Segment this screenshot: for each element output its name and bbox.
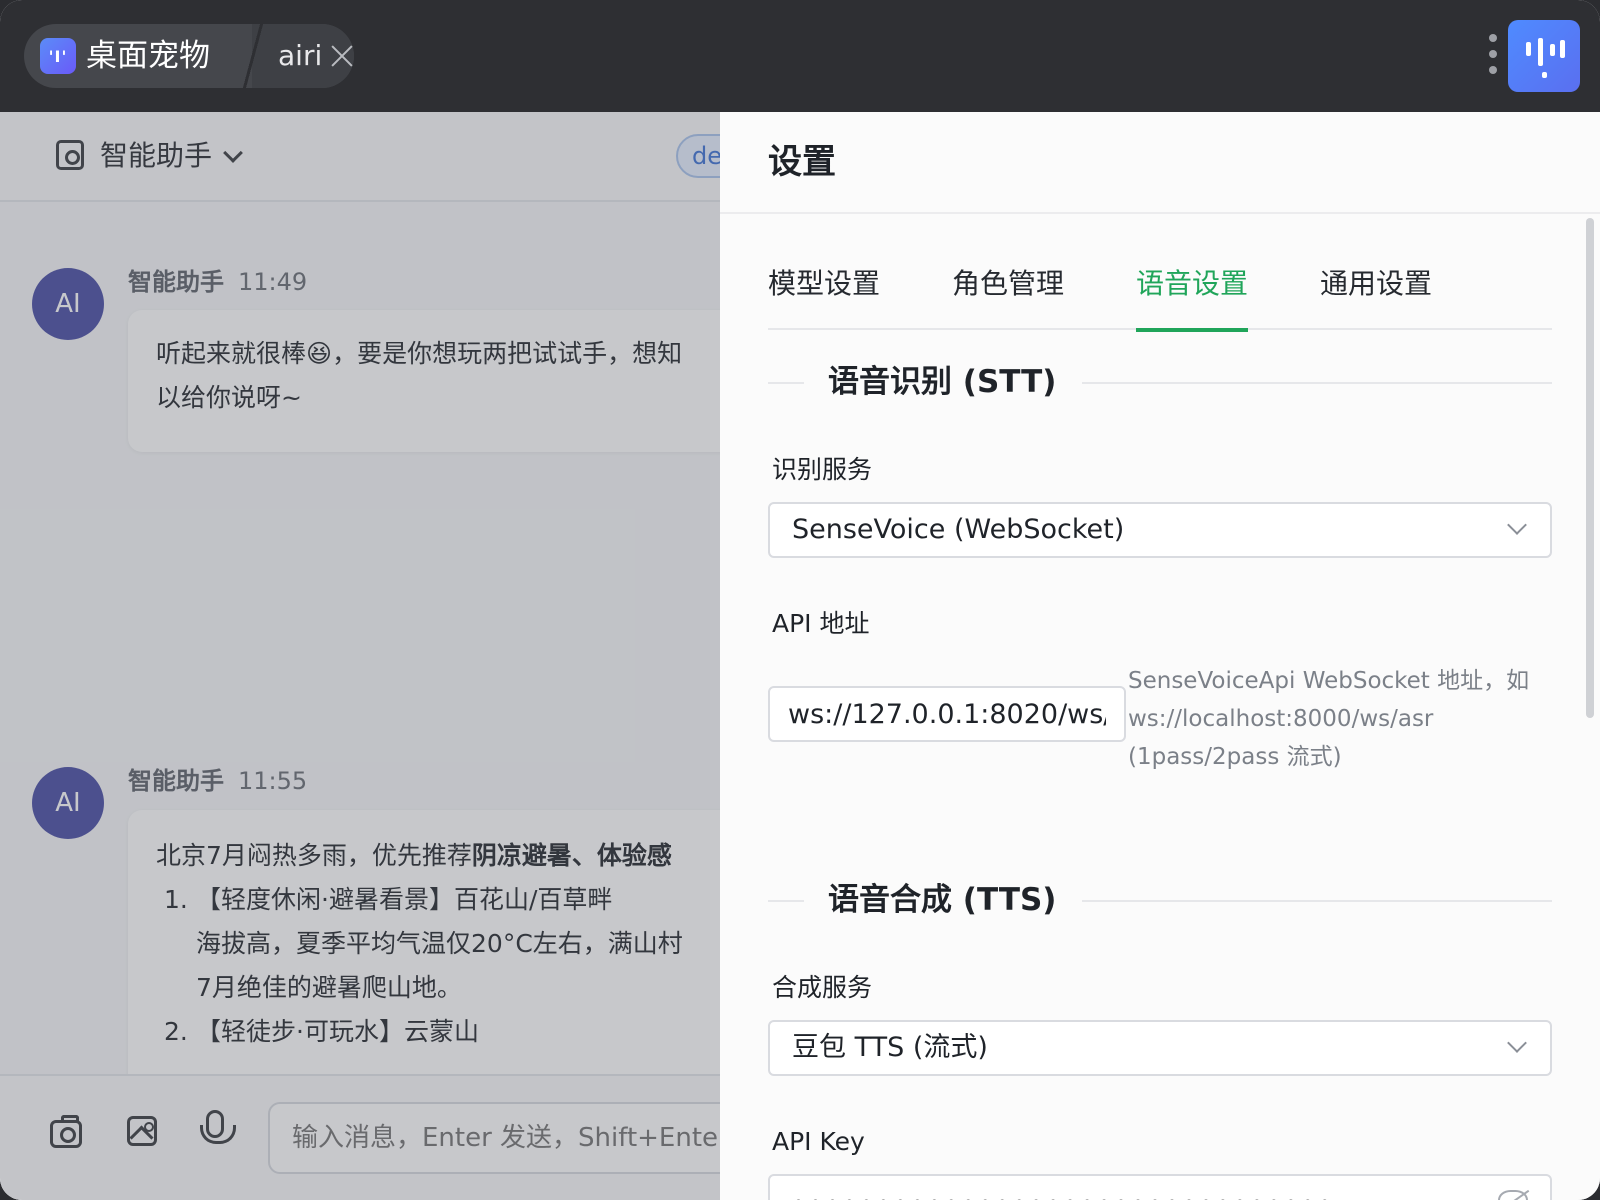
field-label: API Key	[772, 1127, 865, 1156]
tab-separator	[242, 24, 264, 88]
select-value: SenseVoice (WebSocket)	[792, 514, 1125, 545]
scrollbar[interactable]	[1586, 218, 1594, 718]
tab-model-settings[interactable]: 模型设置	[768, 262, 880, 330]
tab-general-settings[interactable]: 通用设置	[1320, 262, 1432, 330]
settings-drawer: 设置 模型设置 角色管理 语音设置 通用设置 语音识别 (STT) 识别服务 S…	[720, 112, 1600, 1200]
app-brand-icon[interactable]	[1508, 20, 1580, 92]
chevron-down-icon	[1507, 1033, 1527, 1053]
select-value: 豆包 TTS (流式)	[792, 1032, 988, 1063]
chevron-down-icon	[1507, 515, 1527, 535]
tab-role-management[interactable]: 角色管理	[952, 262, 1064, 330]
section-tts: 语音合成 (TTS)	[768, 876, 1552, 924]
tts-service-select[interactable]: 豆包 TTS (流式)	[768, 1020, 1552, 1076]
app-logo-icon: 'I'	[40, 38, 76, 74]
tab-subtitle: airi	[278, 39, 323, 72]
section-title: 语音识别 (STT)	[828, 364, 1057, 400]
tts-api-key-input[interactable]: ••••••••••••••••••••••••••••••••	[768, 1174, 1552, 1200]
field-help-text: SenseVoiceApi WebSocket 地址，如 ws://localh…	[1128, 668, 1530, 770]
stt-service-select[interactable]: SenseVoice (WebSocket)	[768, 502, 1552, 558]
field-label: API 地址	[772, 609, 870, 638]
more-menu-icon[interactable]	[1488, 34, 1498, 78]
window-tab[interactable]: 'I' 桌面宠物 airi	[24, 24, 354, 88]
close-icon[interactable]	[328, 42, 356, 70]
section-stt: 语音识别 (STT)	[768, 358, 1552, 406]
drawer-header: 设置	[720, 112, 1600, 214]
field-label: 识别服务	[772, 455, 873, 484]
drawer-title: 设置	[768, 142, 836, 182]
masked-value: ••••••••••••••••••••••••••••••••	[792, 1192, 1335, 1200]
tab-title: 桌面宠物	[86, 38, 210, 74]
stt-api-url-input[interactable]	[768, 686, 1126, 742]
settings-tabs: 模型设置 角色管理 语音设置 通用设置	[768, 262, 1552, 332]
app-window: 'I' 桌面宠物 airi 智能助手 de AI 智能助手 11:49 听起来就很…	[0, 0, 1600, 1200]
field-label: 合成服务	[772, 973, 873, 1002]
section-title: 语音合成 (TTS)	[828, 882, 1057, 918]
tab-voice-settings[interactable]: 语音设置	[1136, 262, 1249, 332]
eye-off-icon[interactable]	[1498, 1190, 1528, 1200]
title-bar: 'I' 桌面宠物 airi	[0, 0, 1600, 112]
